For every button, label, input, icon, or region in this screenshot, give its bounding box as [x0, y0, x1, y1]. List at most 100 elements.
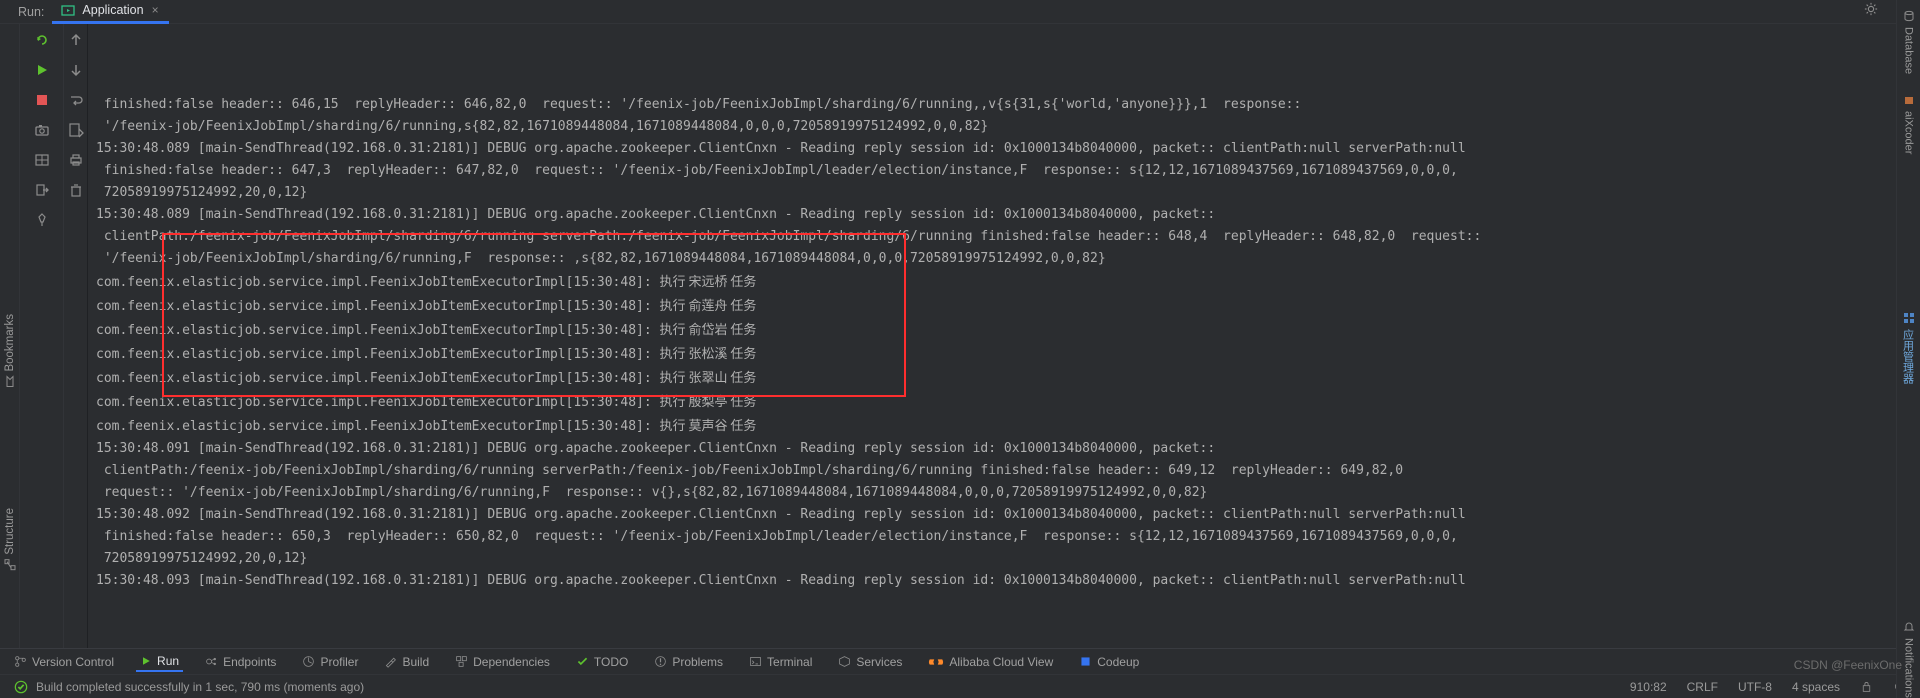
- grid-icon: [1903, 312, 1915, 324]
- problems-icon: [654, 655, 667, 668]
- codeup-label: Codeup: [1097, 655, 1139, 669]
- caret-position[interactable]: 910:82: [1630, 680, 1667, 694]
- console-line: '/feenix-job/FeenixJobImpl/sharding/6/ru…: [96, 116, 1912, 138]
- watermark: CSDN @FeenixOne: [1794, 658, 1902, 672]
- vcs-label: Version Control: [32, 655, 114, 669]
- lock-icon[interactable]: [1860, 680, 1873, 693]
- endpoints-label: Endpoints: [223, 655, 276, 669]
- left-rail: Bookmarks Structure: [0, 24, 20, 648]
- layout-icon[interactable]: [34, 152, 50, 168]
- run-toolbar-col2: [64, 24, 88, 648]
- services-label: Services: [856, 655, 902, 669]
- aix-label: aiXcoder: [1903, 111, 1915, 154]
- soft-wrap-icon[interactable]: [68, 92, 84, 108]
- run-label: Run:: [18, 5, 44, 19]
- console-line: request:: '/feenix-job/FeenixJobImpl/sha…: [96, 482, 1912, 504]
- notifications-toolwindow[interactable]: Notifications: [1903, 621, 1915, 698]
- camera-icon[interactable]: [34, 122, 50, 138]
- console-line: com.feenix.elasticjob.service.impl.Feeni…: [96, 390, 1912, 414]
- pin-icon[interactable]: [34, 212, 50, 228]
- app-config-icon: [60, 2, 76, 18]
- app-panel-cn-label: 应用管理器: [1901, 329, 1917, 384]
- stop-icon[interactable]: [34, 92, 50, 108]
- todo-icon: [576, 655, 589, 668]
- scroll-end-icon[interactable]: [68, 122, 84, 138]
- problems-toolwindow[interactable]: Problems: [650, 653, 727, 671]
- console-output[interactable]: finished:false header:: 646,15 replyHead…: [88, 24, 1920, 648]
- run-tab-bar: Run: Application ×: [0, 0, 1920, 24]
- aliyun-toolwindow[interactable]: Alibaba Cloud View: [924, 653, 1057, 671]
- aliyun-icon: [928, 656, 944, 668]
- codeup-icon: [1079, 655, 1092, 668]
- rerun-icon[interactable]: [34, 32, 50, 48]
- run-toolwindow[interactable]: Run: [136, 652, 183, 672]
- aliyun-label: Alibaba Cloud View: [949, 655, 1053, 669]
- terminal-toolwindow[interactable]: Terminal: [745, 653, 816, 671]
- structure-icon: [4, 558, 16, 570]
- aix-icon: [1903, 94, 1915, 106]
- terminal-label: Terminal: [767, 655, 812, 669]
- services-toolwindow[interactable]: Services: [834, 653, 906, 671]
- run-icon[interactable]: [34, 62, 50, 78]
- aixcoder-toolwindow[interactable]: aiXcoder: [1903, 94, 1915, 154]
- exit-icon[interactable]: [34, 182, 50, 198]
- console-line: 15:30:48.092 [main-SendThread(192.168.0.…: [96, 504, 1912, 526]
- status-ok-icon: [14, 680, 28, 694]
- database-label: Database: [1903, 27, 1915, 74]
- clear-icon[interactable]: [68, 182, 84, 198]
- bookmarks-toolwindow[interactable]: Bookmarks: [4, 314, 16, 388]
- structure-label: Structure: [4, 508, 16, 555]
- up-icon[interactable]: [68, 32, 84, 48]
- console-line: com.feenix.elasticjob.service.impl.Feeni…: [96, 270, 1912, 294]
- file-encoding[interactable]: UTF-8: [1738, 680, 1772, 694]
- profiler-label: Profiler: [320, 655, 358, 669]
- console-line: finished:false header:: 650,3 replyHeade…: [96, 526, 1912, 548]
- gear-icon[interactable]: [1864, 2, 1878, 16]
- bookmark-icon: [4, 376, 16, 388]
- console-line: 15:30:48.089 [main-SendThread(192.168.0.…: [96, 138, 1912, 160]
- vcs-toolwindow[interactable]: Version Control: [10, 653, 118, 671]
- console-line: clientPath:/feenix-job/FeenixJobImpl/sha…: [96, 226, 1912, 248]
- deps-icon: [455, 655, 468, 668]
- database-toolwindow[interactable]: Database: [1903, 10, 1915, 74]
- console-line: '/feenix-job/FeenixJobImpl/sharding/6/ru…: [96, 248, 1912, 270]
- hammer-icon: [384, 655, 397, 668]
- indent-setting[interactable]: 4 spaces: [1792, 680, 1840, 694]
- console-line: 15:30:48.093 [main-SendThread(192.168.0.…: [96, 570, 1912, 592]
- services-icon: [838, 655, 851, 668]
- notif-label: Notifications: [1903, 638, 1915, 698]
- bookmarks-label: Bookmarks: [4, 314, 16, 372]
- print-icon[interactable]: [68, 152, 84, 168]
- console-line: com.feenix.elasticjob.service.impl.Feeni…: [96, 294, 1912, 318]
- line-separator[interactable]: CRLF: [1687, 680, 1718, 694]
- codeup-toolwindow[interactable]: Codeup: [1075, 653, 1143, 671]
- todo-toolwindow[interactable]: TODO: [572, 653, 632, 671]
- deps-label: Dependencies: [473, 655, 550, 669]
- console-line: clientPath:/feenix-job/FeenixJobImpl/sha…: [96, 460, 1912, 482]
- terminal-icon: [749, 655, 762, 668]
- down-icon[interactable]: [68, 62, 84, 78]
- console-line: 72058919975124992,20,0,12}: [96, 182, 1912, 204]
- console-line: com.feenix.elasticjob.service.impl.Feeni…: [96, 366, 1912, 390]
- console-line: finished:false header:: 647,3 replyHeade…: [96, 160, 1912, 182]
- run-tab-application[interactable]: Application ×: [52, 0, 168, 24]
- right-rail: Database aiXcoder 应用管理器 Notifications: [1896, 0, 1920, 698]
- play-icon: [140, 655, 152, 667]
- endpoints-icon: [205, 655, 218, 668]
- console-line: 72058919975124992,20,0,12}: [96, 548, 1912, 570]
- build-toolwindow[interactable]: Build: [380, 653, 433, 671]
- structure-toolwindow[interactable]: Structure: [4, 508, 16, 571]
- problems-label: Problems: [672, 655, 723, 669]
- endpoints-toolwindow[interactable]: Endpoints: [201, 653, 280, 671]
- console-line: com.feenix.elasticjob.service.impl.Feeni…: [96, 414, 1912, 438]
- profiler-toolwindow[interactable]: Profiler: [298, 653, 362, 671]
- run-toolbar-col1: [20, 24, 64, 648]
- console-line: 15:30:48.089 [main-SendThread(192.168.0.…: [96, 204, 1912, 226]
- todo-label: TODO: [594, 655, 628, 669]
- build-label: Build: [402, 655, 429, 669]
- dependencies-toolwindow[interactable]: Dependencies: [451, 653, 554, 671]
- app-panel-cn[interactable]: 应用管理器: [1901, 312, 1917, 384]
- status-message: Build completed successfully in 1 sec, 7…: [36, 680, 364, 694]
- close-icon[interactable]: ×: [150, 3, 161, 17]
- bottom-toolbar: Version Control Run Endpoints Profiler B…: [0, 648, 1920, 674]
